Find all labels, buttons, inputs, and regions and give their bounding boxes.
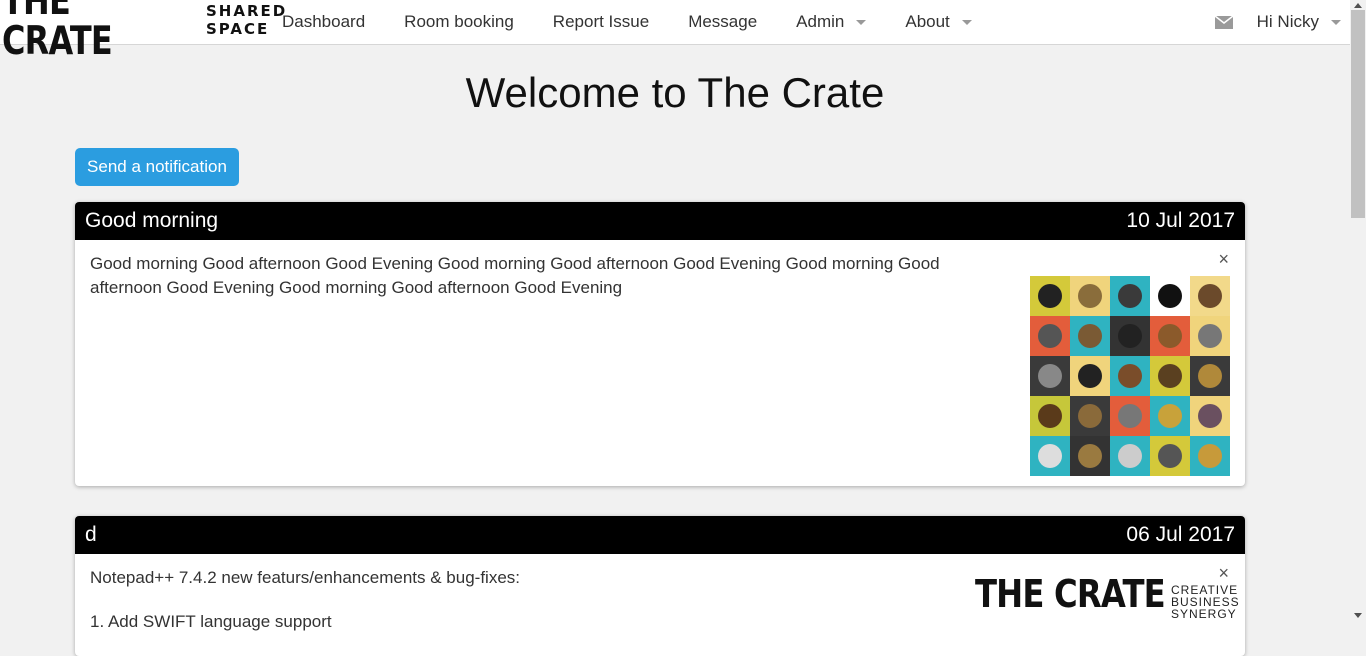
animal-face-icon — [1038, 324, 1062, 348]
animal-face-icon — [1118, 404, 1142, 428]
user-greeting: Hi Nicky — [1256, 12, 1319, 31]
animal-face-icon — [1078, 444, 1102, 468]
animal-faces-image — [1030, 276, 1230, 476]
notification-card: d 06 Jul 2017 Notepad++ 7.4.2 new featur… — [75, 516, 1245, 656]
notification-header: Good morning 10 Jul 2017 — [75, 202, 1245, 240]
animal-tile — [1190, 396, 1230, 436]
scrollbar-thumb[interactable] — [1351, 10, 1365, 218]
chevron-down-icon — [856, 19, 867, 25]
nav-dashboard[interactable]: Dashboard — [282, 12, 365, 32]
animal-tile — [1070, 356, 1110, 396]
notification-title: d — [85, 523, 97, 546]
animal-tile — [1070, 316, 1110, 356]
animal-face-icon — [1078, 364, 1102, 388]
animal-face-icon — [1158, 404, 1182, 428]
notification-title: Good morning — [85, 209, 219, 232]
animal-face-icon — [1158, 364, 1182, 388]
animal-face-icon — [1078, 324, 1102, 348]
animal-tile — [1030, 396, 1070, 436]
crate-logo-sub: CREATIVE BUSINESS SYNERGY — [1171, 584, 1240, 620]
notification-text: Good morning Good afternoon Good Evening… — [90, 254, 940, 297]
animal-tile — [1150, 276, 1190, 316]
animal-face-icon — [1118, 284, 1142, 308]
animal-face-icon — [1198, 284, 1222, 308]
crate-logo-sub-line: SYNERGY — [1171, 607, 1237, 621]
animal-face-icon — [1038, 284, 1062, 308]
animal-tile — [1110, 276, 1150, 316]
animal-face-icon — [1198, 444, 1222, 468]
nav-about-label: About — [905, 12, 950, 31]
notification-header: d 06 Jul 2017 — [75, 516, 1245, 554]
notification-text: Notepad++ 7.4.2 new featurs/enhancements… — [90, 568, 520, 587]
animal-tile — [1150, 436, 1190, 476]
animal-tile — [1190, 356, 1230, 396]
animal-tile — [1070, 276, 1110, 316]
nav-right: Hi Nicky — [1214, 0, 1341, 44]
animal-tile — [1150, 316, 1190, 356]
animal-face-icon — [1198, 364, 1222, 388]
animal-face-icon — [1158, 284, 1182, 308]
animal-tile — [1030, 356, 1070, 396]
close-icon[interactable]: × — [1218, 564, 1229, 582]
brand-logo-sub: SHARED SPACE — [206, 2, 288, 38]
animal-tile — [1110, 436, 1150, 476]
animal-tile — [1070, 396, 1110, 436]
nav-message[interactable]: Message — [688, 12, 757, 32]
brand-logo-main: THE CRATE — [2, 0, 113, 64]
scroll-up-arrow-icon[interactable] — [1354, 3, 1362, 8]
animal-tile — [1110, 316, 1150, 356]
animal-face-icon — [1118, 364, 1142, 388]
close-icon[interactable]: × — [1218, 250, 1229, 268]
notification-text-line2: 1. Add SWIFT language support — [90, 612, 332, 631]
scroll-down-arrow-icon[interactable] — [1354, 613, 1362, 618]
brand-logo-sub-line1: SHARED — [206, 2, 288, 20]
nav-about-dropdown[interactable]: About — [905, 12, 972, 32]
animal-tile — [1190, 316, 1230, 356]
animal-face-icon — [1198, 404, 1222, 428]
brand-logo-sub-line2: SPACE — [206, 20, 270, 38]
the-crate-logo-image: THE CRATE CREATIVE BUSINESS SYNERGY — [975, 572, 1239, 622]
user-menu[interactable]: Hi Nicky — [1257, 12, 1341, 32]
send-notification-button[interactable]: Send a notification — [75, 148, 239, 186]
chevron-down-icon — [961, 19, 972, 25]
notification-date: 10 Jul 2017 — [1126, 209, 1235, 232]
animal-face-icon — [1118, 324, 1142, 348]
animal-tile — [1110, 396, 1150, 436]
nav-admin-dropdown[interactable]: Admin — [796, 12, 867, 32]
crate-logo-main: THE CRATE — [975, 572, 1166, 616]
animal-face-icon — [1158, 324, 1182, 348]
animal-tile — [1190, 436, 1230, 476]
animal-tile — [1150, 356, 1190, 396]
nav-admin-label: Admin — [796, 12, 845, 31]
animal-face-icon — [1038, 364, 1062, 388]
animal-tile — [1030, 316, 1070, 356]
nav-room-booking[interactable]: Room booking — [404, 12, 514, 32]
animal-tile — [1030, 436, 1070, 476]
chevron-down-icon — [1331, 19, 1341, 25]
notification-body: Good morning Good afternoon Good Evening… — [75, 240, 1245, 476]
animal-face-icon — [1038, 444, 1062, 468]
animal-tile — [1150, 396, 1190, 436]
animal-tile — [1110, 356, 1150, 396]
notification-body: Notepad++ 7.4.2 new featurs/enhancements… — [75, 554, 1245, 646]
animal-face-icon — [1118, 444, 1142, 468]
top-navbar: THE CRATE SHARED SPACE Dashboard Room bo… — [0, 0, 1350, 62]
animal-tile — [1190, 276, 1230, 316]
animal-face-icon — [1158, 444, 1182, 468]
main-nav: Dashboard Room booking Report Issue Mess… — [282, 0, 1011, 44]
animal-tile — [1070, 436, 1110, 476]
animal-tile — [1030, 276, 1070, 316]
brand-logo[interactable]: THE CRATE SHARED SPACE — [2, 0, 285, 62]
nav-report-issue[interactable]: Report Issue — [553, 12, 649, 32]
animal-face-icon — [1038, 404, 1062, 428]
envelope-icon[interactable] — [1214, 15, 1233, 29]
animal-face-icon — [1078, 404, 1102, 428]
animal-face-icon — [1198, 324, 1222, 348]
notification-date: 06 Jul 2017 — [1126, 523, 1235, 546]
animal-face-icon — [1078, 284, 1102, 308]
notification-card: Good morning 10 Jul 2017 Good morning Go… — [75, 202, 1245, 486]
page-title: Welcome to The Crate — [465, 69, 885, 116]
